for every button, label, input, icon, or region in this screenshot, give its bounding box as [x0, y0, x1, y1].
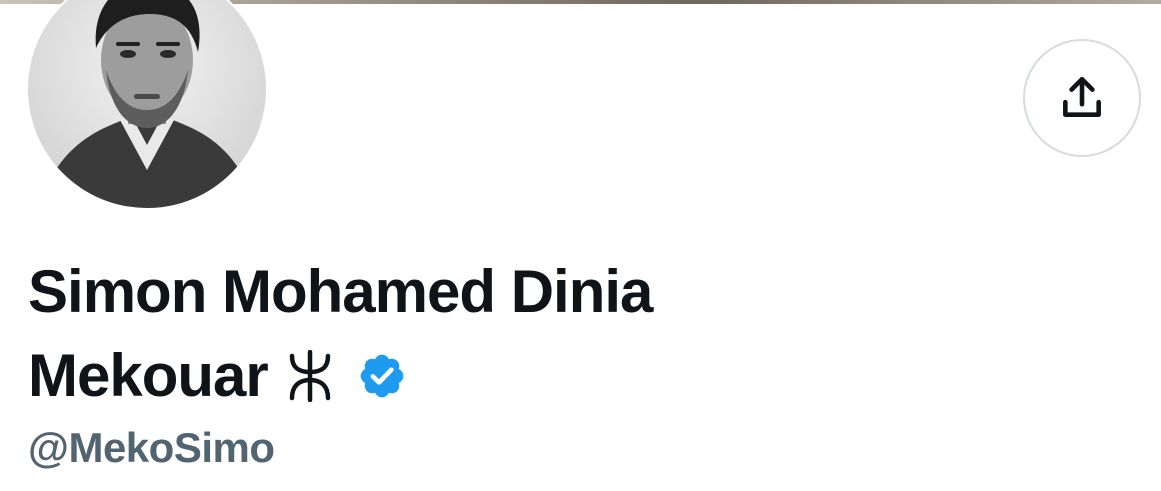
amazigh-symbol [284, 346, 336, 406]
display-name-line2: Mekouar [28, 342, 269, 409]
display-name-line1: Simon Mohamed Dinia [28, 258, 653, 325]
share-upload-icon [1063, 76, 1101, 117]
profile-handle: @MekoSimo [28, 424, 275, 471]
display-name-line2-row: Mekouar [28, 334, 848, 418]
profile-photo [28, 0, 266, 208]
display-name: Simon Mohamed Dinia Mekouar [28, 250, 848, 418]
share-button[interactable] [1023, 39, 1141, 157]
verified-badge[interactable] [356, 350, 408, 402]
amazigh-yaz-icon [289, 350, 330, 402]
verified-badge-icon [360, 354, 404, 398]
avatar[interactable] [26, 0, 268, 210]
